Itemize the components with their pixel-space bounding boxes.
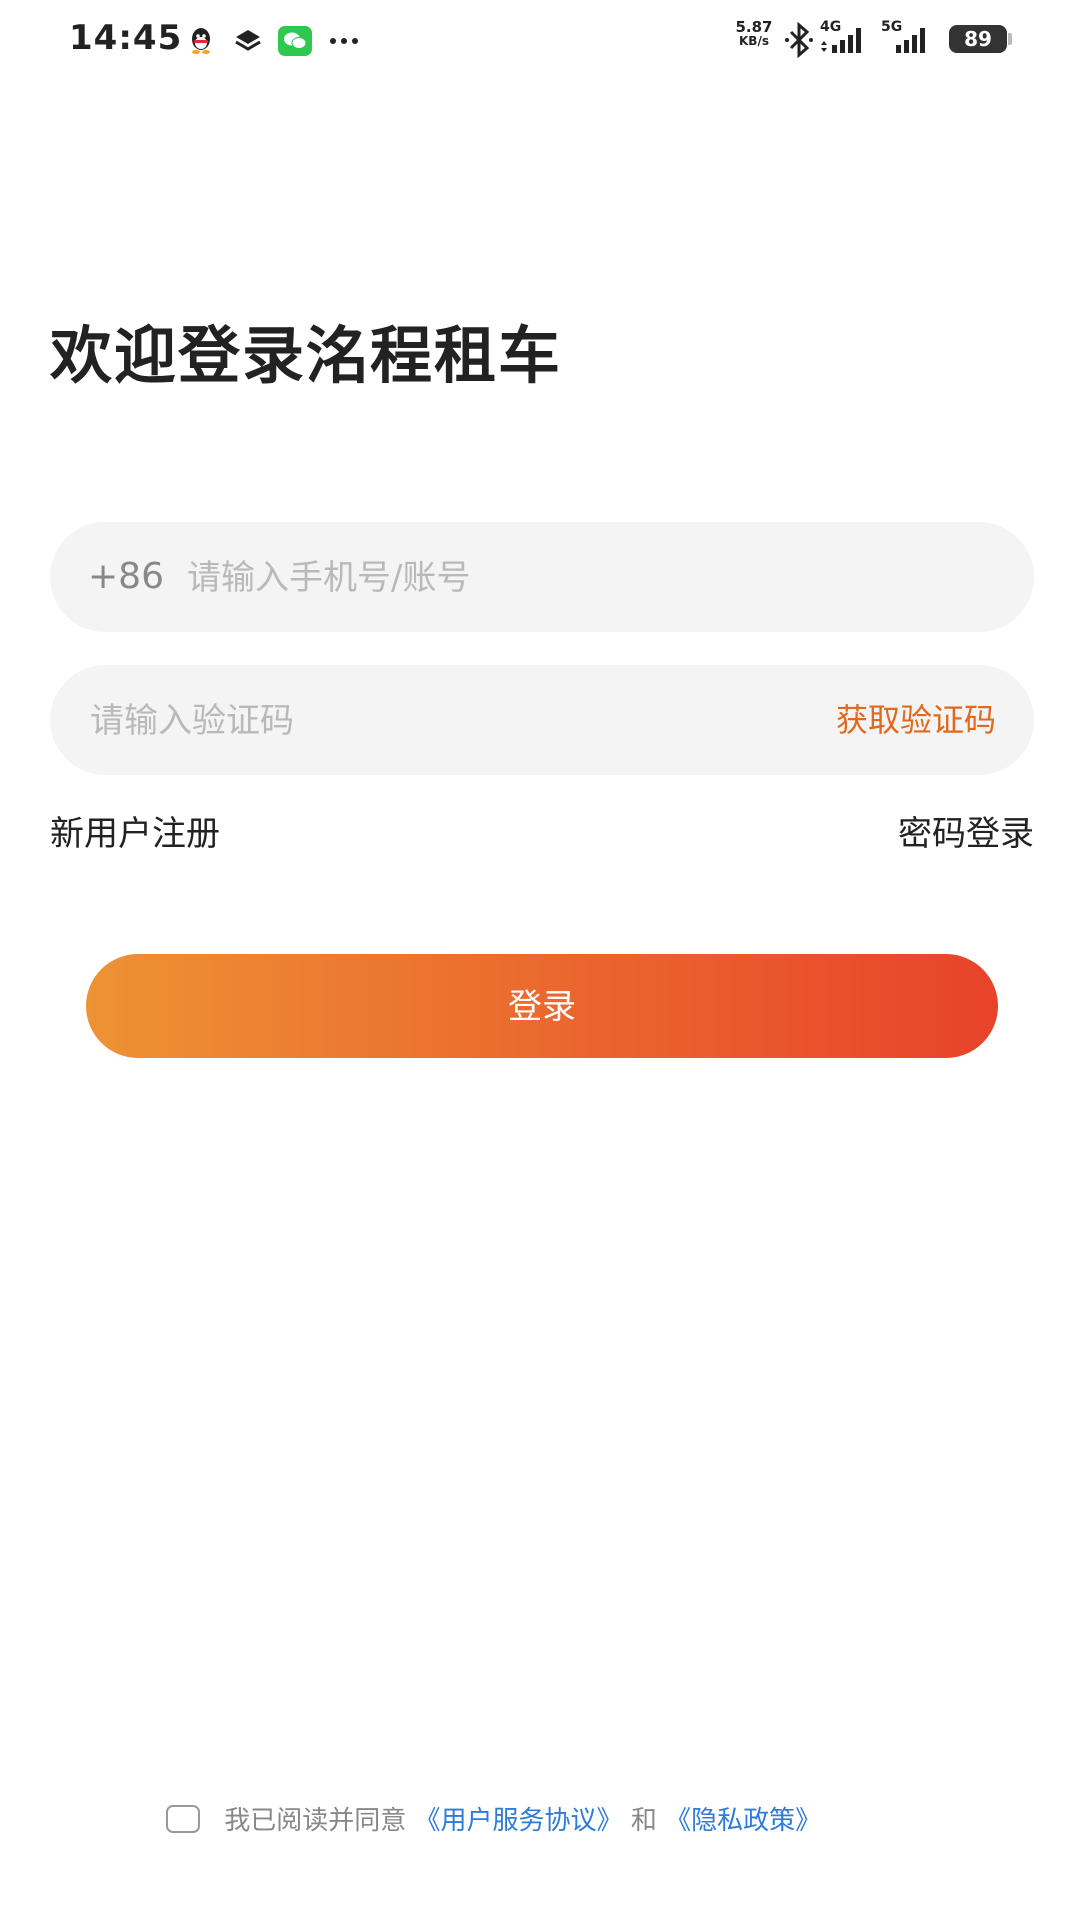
agreement-and: 和 bbox=[630, 1806, 657, 1836]
get-code-button[interactable]: 获取验证码 bbox=[836, 665, 996, 775]
signal-icon bbox=[896, 28, 925, 53]
phone-field[interactable]: +86 bbox=[50, 522, 1034, 634]
page-title: 欢迎登录洺程租车 bbox=[50, 319, 563, 392]
verification-code-input[interactable] bbox=[88, 665, 732, 777]
wechat-icon bbox=[278, 26, 312, 56]
phone-input[interactable] bbox=[185, 522, 989, 634]
qq-icon bbox=[192, 28, 210, 54]
password-login-link[interactable]: 密码登录 bbox=[898, 806, 1034, 855]
status-bar: 14:45 5.87 KB/s 4G 5G 89 bbox=[0, 0, 1080, 80]
network-speed-value: 5.87 bbox=[735, 18, 773, 36]
battery-tip bbox=[1008, 33, 1012, 45]
agreement-checkbox[interactable] bbox=[166, 1804, 200, 1833]
privacy-policy-link[interactable]: 《隐私政策》 bbox=[665, 1806, 821, 1836]
battery-level: 89 bbox=[949, 25, 1007, 53]
layers-icon bbox=[235, 30, 261, 51]
register-link[interactable]: 新用户注册 bbox=[50, 806, 220, 855]
agreement-prefix: 我已阅读并同意 bbox=[224, 1806, 407, 1836]
network-speed-unit: KB/s bbox=[739, 34, 769, 48]
verification-code-field[interactable]: 获取验证码 bbox=[50, 665, 1034, 777]
status-time: 14:45 bbox=[69, 18, 183, 58]
more-dots-icon bbox=[330, 38, 358, 44]
country-code[interactable]: +86 bbox=[88, 522, 164, 632]
network-speed: 5.87 KB/s bbox=[729, 18, 779, 49]
login-page: 14:45 5.87 KB/s 4G 5G 89 欢迎登录洺程租车 +86 请输… bbox=[0, 0, 1080, 1920]
bluetooth-icon bbox=[785, 22, 813, 58]
signal-icon bbox=[821, 28, 861, 53]
agreement-row: 我已阅读并同意 《用户服务协议》 和 《隐私政策》 bbox=[166, 1800, 821, 1840]
user-agreement-link[interactable]: 《用户服务协议》 bbox=[415, 1806, 623, 1836]
login-button[interactable]: 登录 bbox=[86, 954, 998, 1058]
